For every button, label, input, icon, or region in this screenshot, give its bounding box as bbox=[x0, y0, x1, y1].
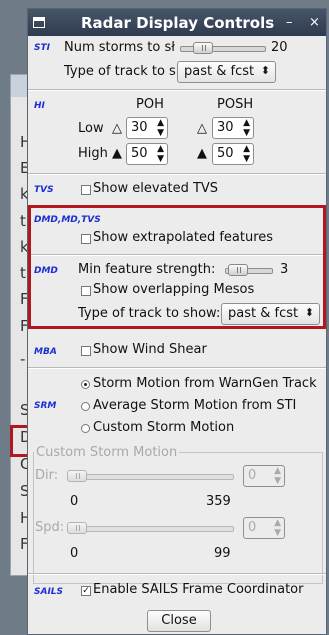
hi-section-label: HI bbox=[34, 101, 45, 111]
tvs-section-label: TVS bbox=[34, 185, 54, 195]
show-wind-shear-label[interactable]: Show Wind Shear bbox=[93, 342, 207, 357]
spin-arrows-icon[interactable]: ▲ ▼ bbox=[274, 518, 281, 538]
min-feature-strength-slider[interactable] bbox=[225, 264, 273, 276]
high-label: High bbox=[78, 146, 108, 161]
spin-arrows-icon[interactable]: ▲ ▼ bbox=[243, 118, 250, 138]
window-menu-icon[interactable] bbox=[33, 17, 45, 28]
dmd-track-type-value: past & fcst bbox=[228, 306, 299, 321]
sti-track-type-label: Type of track to s bbox=[64, 64, 176, 79]
storm-motion-warngen-radio[interactable] bbox=[81, 380, 90, 389]
custom-storm-motion-group-title: Custom Storm Motion bbox=[34, 445, 180, 460]
section-divider bbox=[28, 573, 326, 575]
sti-track-type-select[interactable]: past & fcst ⬍ bbox=[177, 61, 276, 83]
posh-header: POSH bbox=[217, 97, 254, 112]
triangle-filled-icon: ▲ bbox=[112, 146, 122, 161]
dmd-track-type-label: Type of track to show: bbox=[78, 306, 221, 321]
show-elevated-tvs-label[interactable]: Show elevated TVS bbox=[93, 181, 218, 196]
sti-section-label: STI bbox=[34, 43, 50, 53]
mba-section-label: MBA bbox=[34, 347, 57, 357]
background-letter: - bbox=[20, 350, 26, 368]
chevron-updown-icon: ⬍ bbox=[260, 64, 270, 77]
slider-thumb[interactable] bbox=[193, 42, 213, 54]
slider-thumb[interactable] bbox=[228, 264, 248, 276]
dmd-section-label: DMD bbox=[34, 266, 58, 276]
custom-storm-motion-label[interactable]: Custom Storm Motion bbox=[93, 420, 234, 435]
sti-track-type-value: past & fcst bbox=[184, 64, 255, 79]
triangle-filled-icon: ▲ bbox=[197, 146, 207, 161]
section-divider bbox=[28, 173, 326, 175]
dmd-track-type-select[interactable]: past & fcst ⬍ bbox=[221, 303, 320, 325]
spd-slider[interactable] bbox=[67, 522, 234, 534]
show-extrapolated-label[interactable]: Show extrapolated features bbox=[93, 230, 273, 245]
enable-sails-checkbox[interactable]: ✓ bbox=[81, 586, 91, 596]
section-divider bbox=[28, 367, 326, 369]
chevron-updown-icon: ⬍ bbox=[304, 306, 314, 319]
num-storms-label: Num storms to sł bbox=[64, 40, 175, 55]
minimize-button[interactable]: – bbox=[286, 15, 293, 30]
spd-value: 0 bbox=[248, 520, 257, 535]
window-title: Radar Display Controls bbox=[81, 14, 275, 32]
storm-motion-warngen-label[interactable]: Storm Motion from WarnGen Track bbox=[93, 376, 317, 391]
min-feature-strength-label: Min feature strength: bbox=[78, 262, 216, 277]
close-button[interactable]: Close bbox=[147, 610, 211, 632]
spd-label: Spd: bbox=[35, 520, 65, 535]
radar-display-controls-dialog: Radar Display Controls – × STI Num storm… bbox=[27, 8, 327, 635]
posh-low-spinner[interactable]: 30 ▲ ▼ bbox=[212, 117, 254, 139]
dir-spinner[interactable]: 0 ▲ ▼ bbox=[243, 465, 285, 487]
average-storm-motion-label[interactable]: Average Storm Motion from STI bbox=[93, 398, 296, 413]
show-wind-shear-checkbox[interactable] bbox=[81, 346, 91, 356]
section-divider bbox=[31, 254, 323, 256]
spd-min-label: 0 bbox=[70, 546, 79, 561]
poh-header: POH bbox=[136, 97, 164, 112]
close-window-button[interactable]: × bbox=[309, 15, 320, 30]
show-overlapping-mesos-label[interactable]: Show overlapping Mesos bbox=[93, 282, 254, 297]
slider-thumb[interactable] bbox=[67, 470, 87, 482]
show-elevated-tvs-checkbox[interactable] bbox=[81, 185, 91, 195]
sails-section-label: SAILS bbox=[34, 587, 64, 597]
dmd-md-tvs-section-label: DMD,MD,TVS bbox=[34, 215, 101, 225]
triangle-outline-icon: △ bbox=[112, 121, 122, 136]
spin-arrows-icon[interactable]: ▲ ▼ bbox=[157, 118, 164, 138]
show-overlapping-mesos-checkbox[interactable] bbox=[81, 286, 91, 296]
posh-high-spinner[interactable]: 50 ▲ ▼ bbox=[212, 143, 254, 165]
average-storm-motion-radio[interactable] bbox=[81, 402, 90, 411]
poh-high-value: 50 bbox=[131, 146, 148, 161]
triangle-outline-icon: △ bbox=[197, 121, 207, 136]
spin-arrows-icon[interactable]: ▲ ▼ bbox=[274, 466, 281, 486]
poh-low-value: 30 bbox=[131, 120, 148, 135]
spin-arrows-icon[interactable]: ▲ ▼ bbox=[157, 144, 164, 164]
show-extrapolated-checkbox[interactable] bbox=[81, 234, 91, 244]
background-letter: t bbox=[20, 264, 26, 282]
posh-high-value: 50 bbox=[217, 146, 234, 161]
min-feature-strength-value: 3 bbox=[280, 262, 289, 277]
num-storms-slider[interactable] bbox=[180, 42, 266, 54]
dir-max-label: 359 bbox=[206, 494, 231, 509]
dir-min-label: 0 bbox=[70, 494, 79, 509]
dir-value: 0 bbox=[248, 468, 257, 483]
spin-arrows-icon[interactable]: ▲ ▼ bbox=[243, 144, 250, 164]
poh-low-spinner[interactable]: 30 ▲ ▼ bbox=[126, 117, 168, 139]
poh-high-spinner[interactable]: 50 ▲ ▼ bbox=[126, 143, 168, 165]
low-label: Low bbox=[78, 121, 104, 136]
title-bar[interactable]: Radar Display Controls – × bbox=[28, 9, 326, 36]
spd-spinner[interactable]: 0 ▲ ▼ bbox=[243, 517, 285, 539]
num-storms-value: 20 bbox=[271, 40, 288, 55]
custom-storm-motion-radio[interactable] bbox=[81, 424, 90, 433]
srm-section-label: SRM bbox=[34, 401, 57, 411]
slider-thumb[interactable] bbox=[67, 522, 87, 534]
section-divider bbox=[28, 89, 326, 91]
dir-label: Dir: bbox=[35, 468, 59, 483]
dir-slider[interactable] bbox=[67, 470, 234, 482]
posh-low-value: 30 bbox=[217, 120, 234, 135]
background-letter: t bbox=[20, 212, 26, 230]
spd-max-label: 99 bbox=[214, 546, 231, 561]
enable-sails-label[interactable]: Enable SAILS Frame Coordinator bbox=[93, 582, 303, 597]
